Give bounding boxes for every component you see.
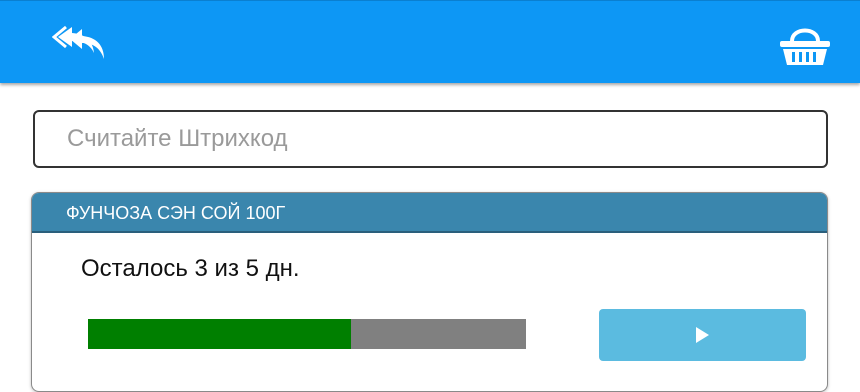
remaining-days-text: Осталось 3 из 5 дн. — [81, 255, 300, 282]
top-bar — [0, 0, 860, 83]
basket-icon — [780, 28, 830, 65]
remaining-progress-bar — [88, 319, 526, 349]
play-icon — [696, 327, 709, 343]
progress-fill — [88, 319, 351, 349]
basket-button[interactable] — [770, 19, 840, 69]
product-card: ФУНЧОЗА СЭН СОЙ 100Г Осталось 3 из 5 дн. — [31, 192, 828, 392]
product-name: ФУНЧОЗА СЭН СОЙ 100Г — [32, 193, 827, 233]
barcode-input[interactable] — [33, 110, 828, 168]
back-button[interactable] — [51, 21, 116, 65]
play-button[interactable] — [599, 309, 806, 361]
double-back-arrow-icon — [51, 25, 104, 59]
